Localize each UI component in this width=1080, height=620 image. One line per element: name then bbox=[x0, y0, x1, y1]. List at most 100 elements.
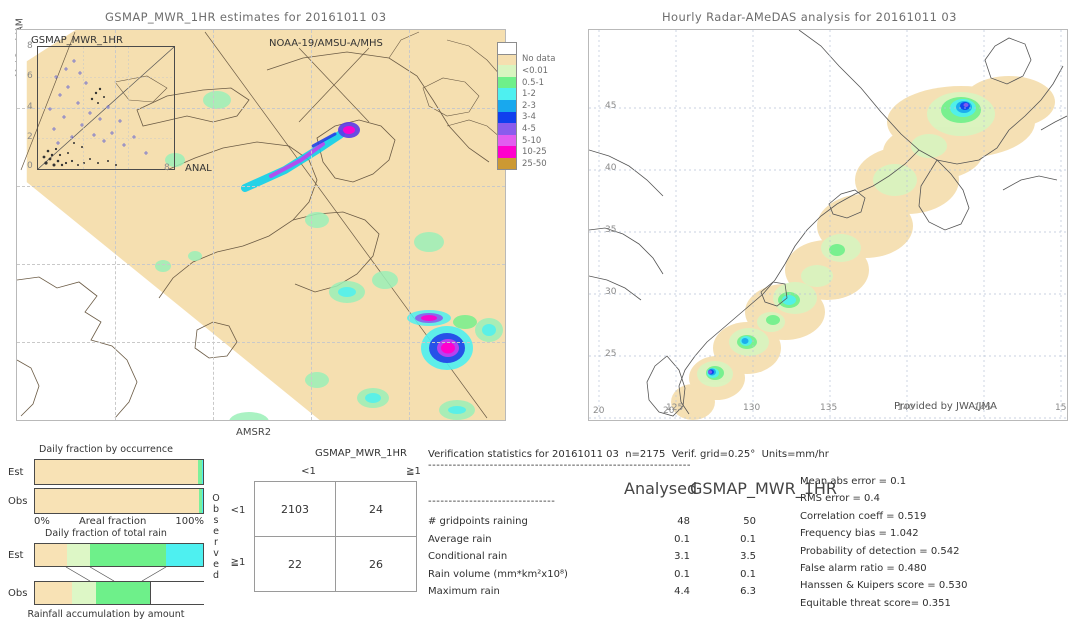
colorbar-entry: 0.5-1 bbox=[497, 76, 555, 89]
right-xtick: 130 bbox=[743, 403, 761, 413]
table-row: 22 26 bbox=[254, 536, 417, 592]
colorbar-swatch bbox=[497, 99, 517, 112]
right-map-panel[interactable]: 45 40 35 30 25 20 Provided by JWA/JMA 20 bbox=[588, 29, 1068, 421]
colorbar-entry: No data bbox=[497, 53, 556, 66]
right-ytick: 35 bbox=[605, 225, 617, 235]
colorbar-label: 25-50 bbox=[522, 158, 547, 169]
colorbar-entry: 3-4 bbox=[497, 111, 555, 124]
occurrence-bar-obs[interactable] bbox=[34, 488, 204, 514]
left-map-panel[interactable]: 8 6 4 2 0 GSMAP_MWR_1HR NOAA-19/AMSU-A/M… bbox=[16, 29, 506, 421]
colorbar-swatch bbox=[497, 42, 517, 54]
occurrence-row-label: Est bbox=[8, 466, 24, 478]
colorbar-entry: 10-25 bbox=[497, 146, 555, 158]
gridline-v bbox=[311, 30, 312, 420]
table-cell: 24 bbox=[335, 481, 417, 537]
stat-name: Rain volume (mm*km²x10⁸) bbox=[428, 568, 568, 580]
colorbar-label: 3-4 bbox=[522, 112, 536, 123]
right-panel-title: Hourly Radar-AMeDAS analysis for 2016101… bbox=[662, 10, 957, 24]
amount-row-label: Est bbox=[8, 549, 24, 561]
stat-estimate: 0.1 bbox=[740, 533, 756, 545]
score-line: Correlation coeff = 0.519 bbox=[800, 510, 927, 522]
stat-name: Average rain bbox=[428, 533, 492, 545]
inset-ytick: 4 bbox=[27, 102, 33, 112]
colorbar-label: 10-25 bbox=[522, 147, 547, 158]
colorbar-swatch bbox=[497, 146, 517, 158]
amount-connector-lines bbox=[65, 567, 167, 581]
bar-segment bbox=[35, 460, 199, 484]
inset-ytick: 2 bbox=[27, 132, 33, 142]
bar-segment bbox=[95, 582, 151, 604]
right-ytick: 30 bbox=[605, 287, 617, 297]
right-ytick: 40 bbox=[605, 163, 617, 173]
verification-col-header: Analysed bbox=[624, 479, 698, 499]
right-ytick: 20 bbox=[593, 406, 605, 416]
colorbar-legend: No data <0.01 0.5-1 1-2 2-3 3-4 4-5 5-10… bbox=[497, 42, 555, 170]
scores-block: Mean abs error = 0.1 RMS error = 0.4 Cor… bbox=[800, 473, 967, 612]
right-xtick: 125 bbox=[666, 403, 684, 413]
left-panel-bottom-label: AMSR2 bbox=[236, 427, 272, 438]
contingency-row-label: <1 bbox=[230, 504, 246, 516]
stat-analysed: 48 bbox=[677, 516, 690, 528]
right-map-content bbox=[589, 30, 1067, 420]
table-row: 2103 24 bbox=[254, 481, 417, 537]
gridline-h bbox=[17, 264, 505, 265]
amount-chart: Daily fraction of total rain Est Obs Rai… bbox=[8, 528, 204, 620]
score-line: False alarm ratio = 0.480 bbox=[800, 563, 927, 575]
verification-row: Conditional rain 3.1 3.5 bbox=[428, 548, 1068, 565]
stat-estimate: 0.1 bbox=[740, 568, 756, 580]
colorbar-label: No data bbox=[522, 54, 556, 65]
score-line: Mean abs error = 0.1 bbox=[800, 476, 907, 487]
colorbar-label: 5-10 bbox=[522, 135, 542, 146]
amount-bar-obs[interactable] bbox=[34, 581, 204, 605]
verification-row: # gridpoints raining 48 50 bbox=[428, 513, 1068, 530]
amount-bar-est[interactable] bbox=[34, 543, 204, 567]
occurrence-title: Daily fraction by occurrence bbox=[39, 444, 173, 455]
amount-footer: Rainfall accumulation by amount bbox=[27, 609, 185, 620]
verification-row: Average rain 0.1 0.1 bbox=[428, 531, 1068, 548]
stat-analysed: 3.1 bbox=[674, 551, 690, 563]
anal-tick: 8 bbox=[164, 163, 170, 173]
colorbar-label: 2-3 bbox=[522, 100, 536, 111]
colorbar-swatch bbox=[497, 65, 517, 77]
gridline-v bbox=[213, 30, 214, 420]
left-panel-title: GSMAP_MWR_1HR estimates for 20161011 03 bbox=[105, 10, 387, 24]
anal-label: ANAL bbox=[185, 163, 212, 174]
contingency-table[interactable]: 2103 24 22 26 bbox=[254, 481, 417, 592]
colorbar-entry: <0.01 bbox=[497, 65, 555, 77]
stat-estimate: 6.3 bbox=[740, 586, 756, 598]
gridline-h bbox=[17, 342, 505, 343]
score-line: Frequency bias = 1.042 bbox=[800, 528, 919, 540]
occurrence-axis-label: Areal fraction bbox=[78, 516, 147, 527]
right-xtick: 135 bbox=[820, 403, 838, 413]
amount-row-label: Obs bbox=[8, 587, 28, 599]
score-line: Probability of detection = 0.542 bbox=[800, 545, 960, 557]
colorbar-entry: 25-50 bbox=[497, 157, 555, 170]
occurrence-bar-est[interactable] bbox=[34, 459, 204, 485]
right-xtick: 140 bbox=[897, 403, 915, 413]
table-cell: 22 bbox=[254, 536, 336, 592]
colorbar-entry: 2-3 bbox=[497, 99, 555, 112]
amount-title: Daily fraction of total rain bbox=[45, 528, 167, 539]
stat-estimate: 50 bbox=[743, 516, 756, 528]
score-line: Equitable threat score= 0.351 bbox=[800, 597, 951, 609]
occurrence-row-label: Obs bbox=[8, 495, 28, 507]
bar-segment bbox=[66, 544, 91, 566]
colorbar-entry: 1-2 bbox=[497, 88, 555, 100]
right-ytick: 45 bbox=[605, 101, 617, 111]
colorbar-swatch bbox=[497, 123, 517, 135]
contingency-row-label: ≧1 bbox=[230, 556, 246, 568]
inset-label: GSMAP_MWR_1HR bbox=[31, 35, 123, 46]
inset-ytick: 6 bbox=[27, 71, 33, 81]
gridline-h bbox=[17, 186, 505, 187]
verification-row: Maximum rain 4.4 6.3 bbox=[428, 583, 1068, 600]
occurrence-chart: Daily fraction by occurrence Est Obs 0% … bbox=[8, 444, 204, 527]
inset-scatter-plot[interactable]: 8 6 4 2 0 bbox=[27, 41, 175, 171]
colorbar-swatch bbox=[497, 76, 517, 89]
bar-segment bbox=[72, 582, 96, 604]
inset-ytick: 0 bbox=[27, 161, 33, 171]
colorbar-swatch bbox=[497, 111, 517, 124]
stat-analysed: 4.4 bbox=[674, 586, 690, 598]
colorbar-label: 0.5-1 bbox=[522, 77, 544, 88]
bar-segment bbox=[166, 544, 203, 566]
occurrence-axis-min: 0% bbox=[34, 516, 50, 527]
